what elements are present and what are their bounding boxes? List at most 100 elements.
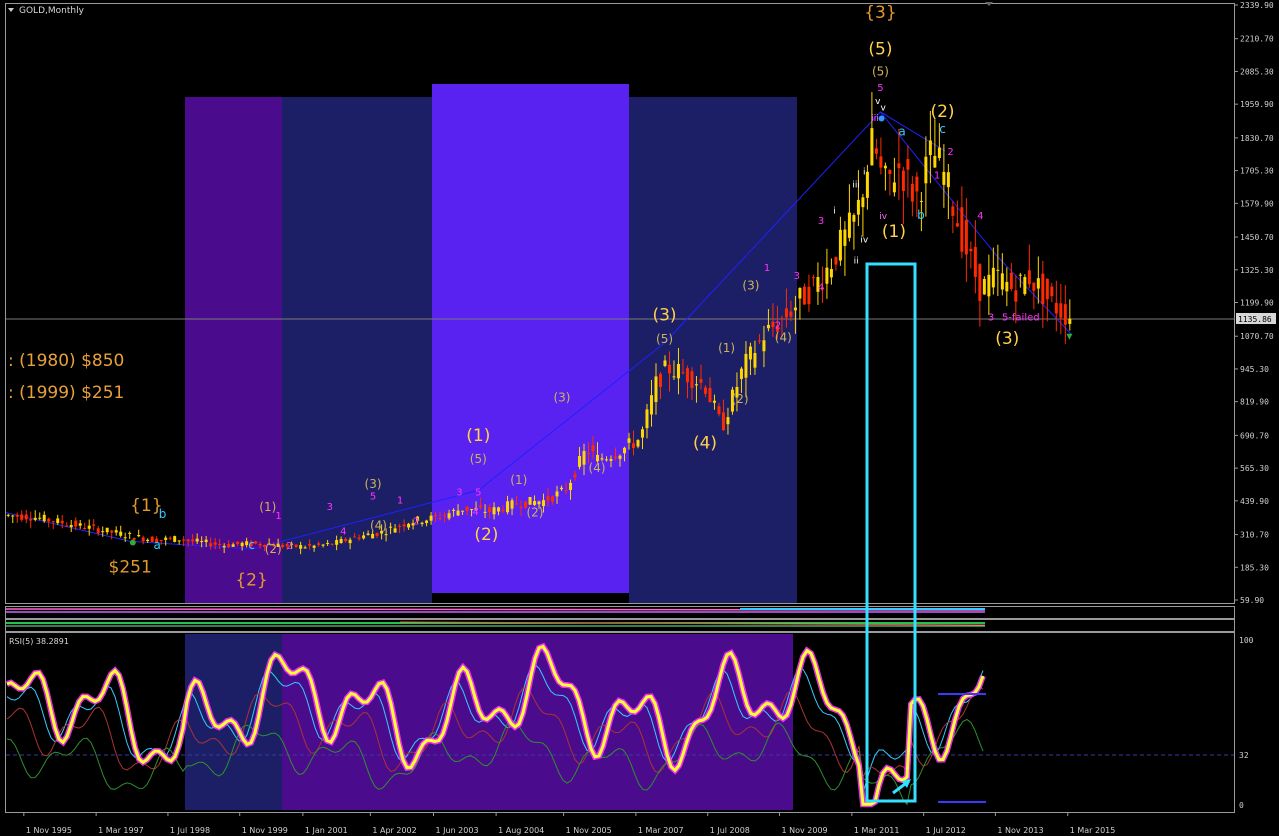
candle-body: [384, 534, 388, 536]
candle-body: [784, 308, 788, 318]
wave-label: iv: [879, 212, 888, 222]
candle-body: [1023, 277, 1027, 294]
current-price-label: 1135.86: [1238, 315, 1272, 324]
candle-body: [294, 544, 298, 548]
candle-body: [344, 538, 348, 542]
candle-body: [591, 445, 595, 452]
candle-body: [1050, 286, 1054, 297]
wave-label: (1): [259, 500, 276, 514]
candle-body: [861, 197, 865, 208]
wave-label: $251: [109, 558, 152, 578]
candle-body: [1041, 273, 1045, 305]
wave-label: a: [898, 124, 905, 138]
candle-body: [326, 542, 330, 544]
y-tick-label: 1579.90: [1240, 199, 1274, 208]
candle-body: [47, 518, 51, 522]
candle-body: [712, 400, 716, 403]
candle-body: [910, 184, 914, 202]
candle-body: [640, 429, 644, 438]
candle-body: [757, 340, 761, 342]
candle-body: [371, 533, 375, 539]
candle-body: [528, 497, 532, 505]
candle-body: [348, 539, 352, 544]
candle-body: [65, 525, 69, 527]
candle-body: [456, 510, 460, 516]
wave-label: (4): [775, 331, 792, 345]
candle-body: [132, 537, 136, 540]
candle-body: [398, 525, 402, 527]
candle-body: [434, 514, 438, 517]
wave-label: (3): [995, 329, 1019, 349]
candle-body: [101, 531, 105, 533]
candle-body: [569, 482, 573, 490]
candle-body: [483, 511, 487, 513]
candle-body: [1036, 278, 1040, 289]
wave-label: a: [153, 538, 160, 552]
wave-label: (5): [656, 332, 673, 346]
candle-body: [937, 147, 941, 158]
candle-body: [83, 527, 87, 530]
candle-body: [177, 540, 181, 542]
candle-body: [510, 500, 514, 509]
candle-body: [339, 539, 343, 544]
candle-body: [622, 447, 626, 454]
y-tick-label: 565.30: [1240, 464, 1269, 473]
candle-body: [213, 542, 217, 545]
candle-body: [1000, 273, 1004, 290]
x-tick-label: 1 Nov 2013: [997, 826, 1043, 835]
candle-body: [587, 452, 591, 454]
wave-label: (2): [265, 542, 282, 556]
candle-body: [982, 278, 986, 295]
wave-label: 2: [286, 541, 292, 552]
candle-body: [29, 519, 33, 521]
y-tick-label: 1199.90: [1240, 299, 1274, 308]
wave-label: 4: [977, 211, 983, 222]
candle-body: [357, 537, 361, 539]
candle-body: [78, 523, 82, 526]
wave-label: i: [833, 207, 836, 217]
candle-body: [20, 514, 24, 520]
wave-label: 5: [877, 83, 883, 94]
wave-label: 2: [413, 516, 419, 527]
candle-body: [141, 537, 145, 542]
y-tick-label: 59.90: [1240, 596, 1264, 605]
candle-body: [582, 450, 586, 465]
candle-body: [780, 318, 784, 320]
candle-body: [389, 526, 393, 528]
wave-label: (4): [589, 461, 606, 475]
candle-body: [420, 522, 424, 524]
candle-body: [506, 501, 510, 513]
candle-body: [375, 532, 379, 536]
wave-label: (2): [526, 505, 543, 519]
wave-label: (5): [872, 64, 889, 78]
candle-body: [479, 505, 483, 508]
candle-body: [892, 182, 896, 193]
wave-label: (1): [882, 222, 906, 242]
candle-body: [915, 176, 919, 192]
candle-body: [182, 539, 186, 541]
candle-body: [60, 520, 64, 524]
history-note-1999: : (1999) $251: [8, 383, 124, 403]
candle-body: [753, 353, 757, 368]
candle-body: [564, 490, 568, 492]
candle-body: [353, 536, 357, 538]
candle-body: [694, 384, 698, 386]
candle-body: [168, 537, 172, 539]
candle-body: [227, 544, 231, 548]
x-tick-label: 1 Mar 2011: [854, 826, 900, 835]
candle-body: [928, 140, 932, 156]
wave-label: (3): [742, 278, 759, 292]
candle-body: [888, 170, 892, 174]
candle-body: [1027, 270, 1031, 285]
candle-body: [258, 543, 262, 546]
candle-body: [717, 406, 721, 415]
candle-body: [317, 543, 321, 545]
candle-body: [744, 353, 748, 378]
candle-body: [843, 229, 847, 246]
candle-body: [501, 509, 505, 512]
rsi-level-32: 32: [1239, 751, 1249, 760]
candle-body: [654, 376, 658, 402]
candle-body: [906, 159, 910, 170]
wave-label: ii: [854, 256, 859, 266]
candle-body: [11, 515, 15, 517]
